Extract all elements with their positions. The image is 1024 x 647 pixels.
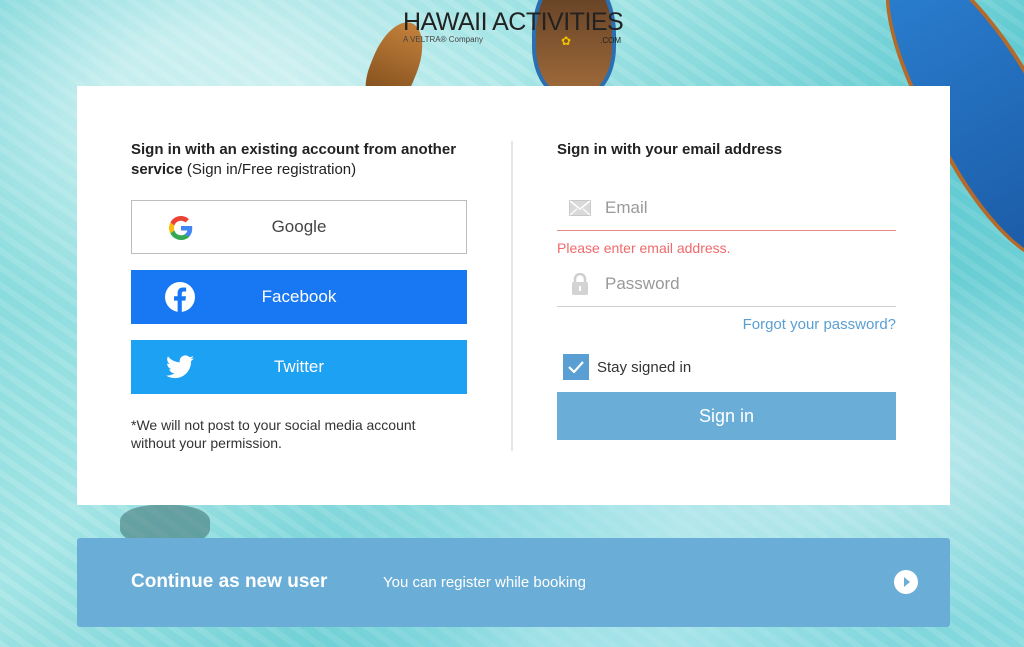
envelope-icon [565, 193, 595, 223]
stay-signed-in-checkbox[interactable] [563, 354, 589, 380]
password-field [557, 262, 896, 307]
social-signin-section: Sign in with an existing account from an… [131, 140, 467, 451]
forgot-password-link[interactable]: Forgot your password? [743, 316, 896, 333]
google-label: Google [271, 217, 327, 236]
facebook-icon [165, 282, 195, 312]
new-user-subtitle: You can register while booking [383, 574, 586, 591]
continue-new-user-banner[interactable]: Continue as new user You can register wh… [77, 538, 950, 627]
google-icon [166, 213, 196, 243]
twitter-label: Twitter [273, 357, 325, 376]
arrow-right-circle-icon [894, 570, 918, 594]
facebook-signin-button[interactable]: Facebook [131, 270, 467, 324]
email-signin-section: Sign in with your email address Please e… [557, 140, 896, 440]
new-user-title: Continue as new user [131, 571, 328, 592]
twitter-icon [165, 352, 195, 382]
lock-icon [565, 269, 595, 299]
column-divider [511, 141, 513, 451]
checkmark-icon [568, 361, 584, 373]
site-logo[interactable]: HAWAII ACTIVITIES A VELTRA® Company ✿ .C… [403, 8, 627, 48]
sign-in-button[interactable]: Sign in [557, 392, 896, 440]
password-input[interactable] [603, 273, 887, 295]
stay-signed-in-label[interactable]: Stay signed in [597, 359, 691, 376]
twitter-signin-button[interactable]: Twitter [131, 340, 467, 394]
stay-signed-in: Stay signed in [563, 354, 691, 380]
email-input[interactable] [603, 197, 887, 219]
facebook-label: Facebook [261, 287, 337, 306]
flower-icon: ✿ [561, 34, 572, 48]
social-disclaimer: *We will not post to your social media a… [131, 417, 416, 451]
logo-subtitle: A VELTRA® Company [403, 35, 483, 44]
logo-com: .COM [600, 36, 621, 45]
email-error-message: Please enter email address. [557, 240, 731, 256]
email-field [557, 186, 896, 231]
email-signin-heading: Sign in with your email address [557, 141, 783, 158]
google-signin-button[interactable]: Google [131, 200, 467, 254]
logo-text: HAWAII ACTIVITIES [403, 8, 624, 36]
login-card: Sign in with an existing account from an… [77, 86, 950, 505]
social-signin-heading: Sign in with an existing account from an… [131, 141, 457, 178]
